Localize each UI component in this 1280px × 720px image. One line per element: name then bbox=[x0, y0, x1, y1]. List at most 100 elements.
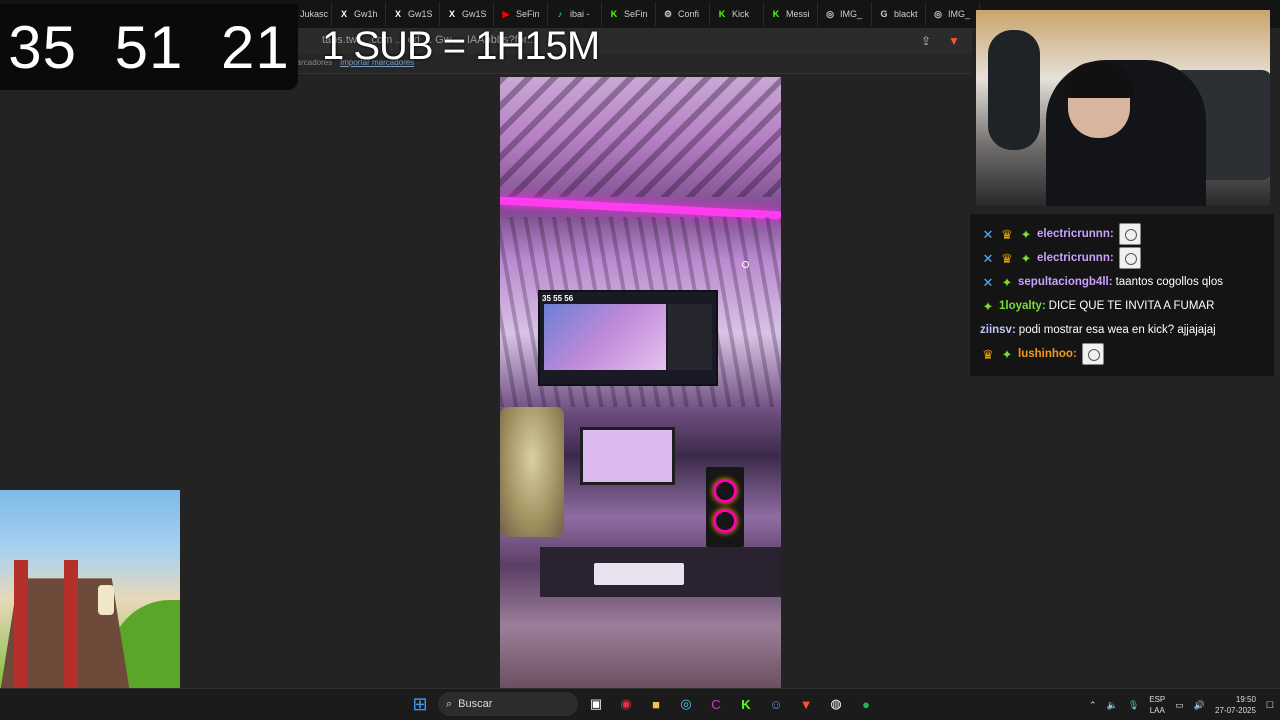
vpn-icon[interactable]: ◉ bbox=[614, 692, 638, 716]
clock[interactable]: 19:50 27-07-2025 bbox=[1215, 694, 1256, 716]
discord-icon[interactable]: ☺ bbox=[764, 692, 788, 716]
brave-browser-icon[interactable]: ▼ bbox=[794, 692, 818, 716]
folder-icon[interactable]: ■ bbox=[644, 692, 668, 716]
chat-username[interactable]: electricrunnn: bbox=[1037, 252, 1114, 264]
chat-username[interactable]: 1loyalty: bbox=[999, 300, 1046, 312]
browser-tab[interactable]: K Messi bbox=[766, 2, 818, 26]
microphone-icon[interactable]: 🎙 bbox=[1128, 700, 1139, 711]
windows-start-icon[interactable]: ⊞ bbox=[408, 692, 432, 716]
sword-badge-icon: ✕ bbox=[982, 226, 994, 242]
language-indicator[interactable]: ESP LAA bbox=[1149, 694, 1165, 716]
crown-badge-icon: ♛ bbox=[982, 346, 994, 362]
browser-tab[interactable]: Gblackt bbox=[874, 2, 926, 26]
keyboard bbox=[594, 563, 684, 585]
app-c-icon[interactable]: C bbox=[704, 692, 728, 716]
tab-label: Gw1h bbox=[354, 9, 378, 19]
chat-message: ✕ ♛ ✦ electricrunnn: bbox=[980, 222, 1264, 246]
kick-icon[interactable]: K bbox=[734, 692, 758, 716]
taskbar-search[interactable]: ⌕ Buscar bbox=[438, 692, 578, 716]
gem-badge-icon: ✦ bbox=[1020, 226, 1032, 242]
tab-label: Confi bbox=[678, 9, 700, 19]
chat-message: ✕ ♛ ✦ electricrunnn: bbox=[980, 246, 1264, 270]
volume-icon[interactable]: 🔊 bbox=[1194, 700, 1205, 711]
search-icon: ⌕ bbox=[446, 697, 453, 710]
vertical-video-player[interactable]: 35 55 56 bbox=[500, 77, 781, 688]
browser-tab[interactable]: X Gw1S bbox=[442, 2, 494, 26]
chat-message: ziinsv: podi mostrar esa wea en kick? ajj… bbox=[980, 318, 1264, 342]
crown-badge-icon: ♛ bbox=[1001, 250, 1013, 266]
x-icon: X bbox=[394, 9, 401, 19]
tab-label: Jukasc bbox=[300, 9, 329, 19]
chat-text: podi mostrar esa wea en kick? ajjajajaj bbox=[1018, 324, 1216, 336]
lang-bottom: LAA bbox=[1149, 706, 1165, 715]
browser-tab[interactable]: ♪ ibai - bbox=[550, 2, 602, 26]
sword-badge-icon: ✕ bbox=[982, 274, 994, 290]
chat-text: DICE QUE TE INVITA A FUMAR bbox=[1048, 300, 1215, 312]
brave-shield-icon[interactable]: ▼ bbox=[946, 33, 962, 49]
clock-time: 19:50 bbox=[1235, 695, 1256, 704]
google-icon: G bbox=[880, 9, 888, 19]
jar bbox=[500, 407, 564, 537]
notifications-icon[interactable]: ☐ bbox=[1266, 700, 1274, 711]
tab-label: blackt bbox=[894, 9, 918, 19]
sword-badge-icon: ✕ bbox=[982, 250, 994, 266]
speaker-icon[interactable]: 🔈 bbox=[1107, 700, 1118, 711]
tab-label: IMG_ bbox=[948, 9, 971, 19]
webcam-feed bbox=[976, 10, 1270, 206]
browser-tab[interactable]: K SeFin bbox=[604, 2, 656, 26]
tab-label: SeFin bbox=[516, 9, 540, 19]
chat-text: taantos cogollos qlos bbox=[1115, 276, 1223, 288]
rgb-fan bbox=[713, 479, 737, 503]
browser-tab[interactable]: X Gw1S bbox=[388, 2, 440, 26]
browser-tab[interactable]: ▶ SeFin bbox=[496, 2, 548, 26]
chat-emote-icon bbox=[1118, 223, 1141, 245]
gem-badge-icon: ✦ bbox=[1020, 250, 1032, 266]
chat-username[interactable]: sepultaciongb4ll: bbox=[1018, 276, 1113, 288]
search-placeholder: Buscar bbox=[458, 698, 493, 710]
share-icon[interactable]: ⇪ bbox=[918, 33, 934, 49]
tab-label: SeFin bbox=[624, 9, 648, 19]
desktop: XJukascXGw1hXGw1SXGw1S▶SeFin♪ibai -KSeFi… bbox=[0, 0, 1280, 720]
task-view-icon[interactable]: ▣ bbox=[584, 692, 608, 716]
spotify-icon[interactable]: ● bbox=[854, 692, 878, 716]
chevron-up-icon[interactable]: ⌃ bbox=[1089, 700, 1097, 711]
browser-tab[interactable]: K Kick bbox=[712, 2, 764, 26]
rgb-fan bbox=[713, 509, 737, 533]
obs-icon[interactable]: ◍ bbox=[824, 692, 848, 716]
microphone bbox=[988, 30, 1040, 150]
app-spiral-icon[interactable]: ◎ bbox=[674, 692, 698, 716]
kick-icon: K bbox=[772, 9, 780, 19]
browser-tab[interactable]: ⚙ Confi bbox=[658, 2, 710, 26]
subathon-timer: 35 51 21 bbox=[0, 4, 298, 90]
desk-monitor bbox=[580, 427, 675, 485]
crown-badge-icon: ♛ bbox=[1001, 226, 1013, 242]
chat-message: ✦ 1loyalty: DICE QUE TE INVITA A FUMAR bbox=[980, 294, 1264, 318]
kick-icon: K bbox=[718, 9, 726, 19]
tab-label: ibai - bbox=[570, 9, 590, 19]
player-character bbox=[98, 585, 114, 615]
chat-username[interactable]: electricrunnn: bbox=[1037, 228, 1114, 240]
taskbar: ⊞ ⌕ Buscar ▣ ◉ ■ ◎ C K ☺ ▼ ◍ ● ⌃ 🔈 🎙 ESP… bbox=[0, 688, 1280, 720]
chat-username[interactable]: lushinhoo: bbox=[1018, 348, 1077, 360]
network-icon[interactable]: ▭ bbox=[1175, 700, 1184, 711]
monitor-side-panel bbox=[668, 304, 712, 370]
tab-label: Kick bbox=[732, 9, 750, 19]
browser-tab[interactable]: X Gw1h bbox=[334, 2, 386, 26]
chat-message: ✕ ✦ sepultaciongb4ll: taantos cogollos qlos bbox=[980, 270, 1264, 294]
tab-label: Messi bbox=[786, 9, 810, 19]
led-strip bbox=[500, 196, 781, 220]
chat-emote-icon bbox=[1118, 247, 1141, 269]
gem-badge-icon: ✦ bbox=[1001, 274, 1013, 290]
chat-emote-icon bbox=[1081, 343, 1104, 365]
pc-tower bbox=[706, 467, 744, 547]
browser-tab[interactable]: ◎ IMG_ bbox=[820, 2, 872, 26]
wall-monitor: 35 55 56 bbox=[538, 290, 718, 386]
sub-rule-text: 1 SUB = 1H15M bbox=[322, 24, 600, 68]
gem-badge-icon: ✦ bbox=[982, 298, 994, 314]
x-icon: X bbox=[340, 9, 347, 19]
train bbox=[14, 560, 28, 690]
clock-date: 27-07-2025 bbox=[1215, 706, 1256, 715]
chat-username[interactable]: ziinsv: bbox=[980, 324, 1016, 336]
browser-tab[interactable]: ◎ IMG_ bbox=[928, 2, 980, 26]
x-icon: X bbox=[448, 9, 455, 19]
